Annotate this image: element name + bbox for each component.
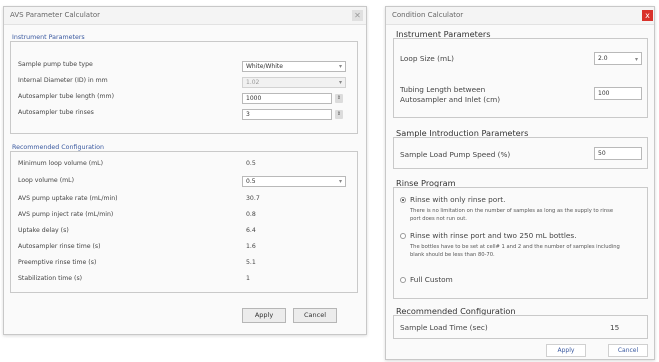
tube-length-stepper-icon[interactable]: ⇕	[335, 94, 343, 103]
right-title-bar: Condition Calculator x	[386, 7, 654, 25]
sample-pump-tube-type-label: Sample pump tube type	[18, 61, 93, 68]
sample-load-time-value: 15	[610, 323, 620, 332]
loop-volume-label: Loop volume (mL)	[18, 177, 74, 184]
preemptive-rinse-time-label: Preemptive rinse time (s)	[18, 259, 97, 266]
tubing-length-value: 100	[598, 90, 610, 97]
tube-rinses-stepper-icon[interactable]: ⇕	[335, 110, 343, 119]
right-cancel-button[interactable]: Cancel	[608, 344, 648, 357]
tubing-length-label-line2: Autosampler and Inlet (cm)	[400, 95, 501, 104]
tubing-length-label-line1: Tubing Length between	[400, 85, 486, 94]
rinse-with-bottles-radio[interactable]	[400, 233, 406, 239]
sample-load-pump-speed-value: 50	[598, 150, 606, 157]
full-custom-label[interactable]: Full Custom	[410, 275, 453, 284]
internal-diameter-field: 1.02 ▾	[242, 77, 346, 88]
autosampler-tube-rinses-value: 3	[246, 111, 250, 118]
autosampler-tube-length-label: Autosampler tube length (mm)	[18, 93, 114, 100]
tubing-length-input[interactable]: 100	[594, 87, 642, 100]
chevron-down-icon: ▾	[338, 178, 342, 185]
condition-calculator-window: Condition Calculator x Instrument Parame…	[385, 6, 655, 360]
left-close-button[interactable]: ✕	[352, 10, 363, 21]
avs-parameter-calculator-window: AVS Parameter Calculator ✕ Instrument Pa…	[3, 6, 367, 335]
sample-pump-tube-type-value: White/White	[246, 63, 283, 70]
stabilization-time-label: Stabilization time (s)	[18, 275, 83, 282]
left-cancel-button[interactable]: Cancel	[293, 308, 337, 323]
autosampler-tube-length-input[interactable]: 1000	[242, 93, 332, 104]
autosampler-rinse-time-value: 1.6	[246, 243, 256, 250]
sample-load-pump-speed-input[interactable]: 50	[594, 147, 642, 160]
loop-volume-select[interactable]: 0.5 ▾	[242, 176, 346, 187]
avs-pump-inject-rate-label: AVS pump inject rate (mL/min)	[18, 211, 114, 218]
loop-volume-value: 0.5	[246, 178, 256, 185]
sample-load-time-label: Sample Load Time (sec)	[400, 323, 488, 332]
minimum-loop-volume-label: Minimum loop volume (mL)	[18, 160, 104, 167]
avs-pump-uptake-rate-value: 30.7	[246, 195, 260, 202]
internal-diameter-value: 1.02	[246, 79, 260, 86]
rinse-with-bottles-description: The bottles have to be set at cell# 1 an…	[410, 244, 620, 258]
right-instrument-group	[393, 38, 648, 118]
chevron-down-icon: ▾	[338, 79, 342, 86]
left-window-title: AVS Parameter Calculator	[10, 11, 100, 19]
autosampler-tube-rinses-label: Autosampler tube rinses	[18, 109, 94, 116]
chevron-down-icon: ▾	[338, 63, 342, 70]
rinse-with-bottles-label[interactable]: Rinse with rinse port and two 250 mL bot…	[410, 231, 577, 240]
rinse-only-port-description: There is no limitation on the number of …	[410, 208, 614, 222]
left-apply-button[interactable]: Apply	[242, 308, 286, 323]
preemptive-rinse-time-value: 5.1	[246, 259, 256, 266]
chevron-down-icon: ▾	[634, 56, 638, 63]
rinse-only-port-label[interactable]: Rinse with only rinse port.	[410, 195, 505, 204]
right-window-title: Condition Calculator	[392, 11, 464, 19]
autosampler-tube-length-value: 1000	[246, 95, 262, 102]
right-apply-button[interactable]: Apply	[546, 344, 586, 357]
uptake-delay-value: 6.4	[246, 227, 256, 234]
minimum-loop-volume-value: 0.5	[246, 160, 256, 167]
left-instrument-section-title: Instrument Parameters	[12, 34, 85, 41]
full-custom-radio[interactable]	[400, 277, 406, 283]
loop-size-value: 2.0	[598, 55, 608, 62]
uptake-delay-label: Uptake delay (s)	[18, 227, 69, 234]
sample-load-pump-speed-label: Sample Load Pump Speed (%)	[400, 150, 511, 159]
avs-pump-uptake-rate-label: AVS pump uptake rate (mL/min)	[18, 195, 118, 202]
stabilization-time-value: 1	[246, 275, 250, 282]
left-recommended-group	[10, 151, 358, 293]
close-icon[interactable]: x	[642, 10, 653, 21]
left-title-bar: AVS Parameter Calculator ✕	[4, 7, 366, 25]
left-recommended-section-title: Recommended Configuration	[12, 144, 104, 151]
avs-pump-inject-rate-value: 0.8	[246, 211, 256, 218]
autosampler-rinse-time-label: Autosampler rinse time (s)	[18, 243, 101, 250]
rinse-only-port-radio[interactable]	[400, 197, 406, 203]
autosampler-tube-rinses-input[interactable]: 3	[242, 109, 332, 120]
internal-diameter-label: Internal Diameter (ID) in mm	[18, 77, 108, 84]
sample-pump-tube-type-select[interactable]: White/White ▾	[242, 61, 346, 72]
loop-size-label: Loop Size (mL)	[400, 54, 454, 63]
loop-size-select[interactable]: 2.0 ▾	[594, 52, 642, 65]
